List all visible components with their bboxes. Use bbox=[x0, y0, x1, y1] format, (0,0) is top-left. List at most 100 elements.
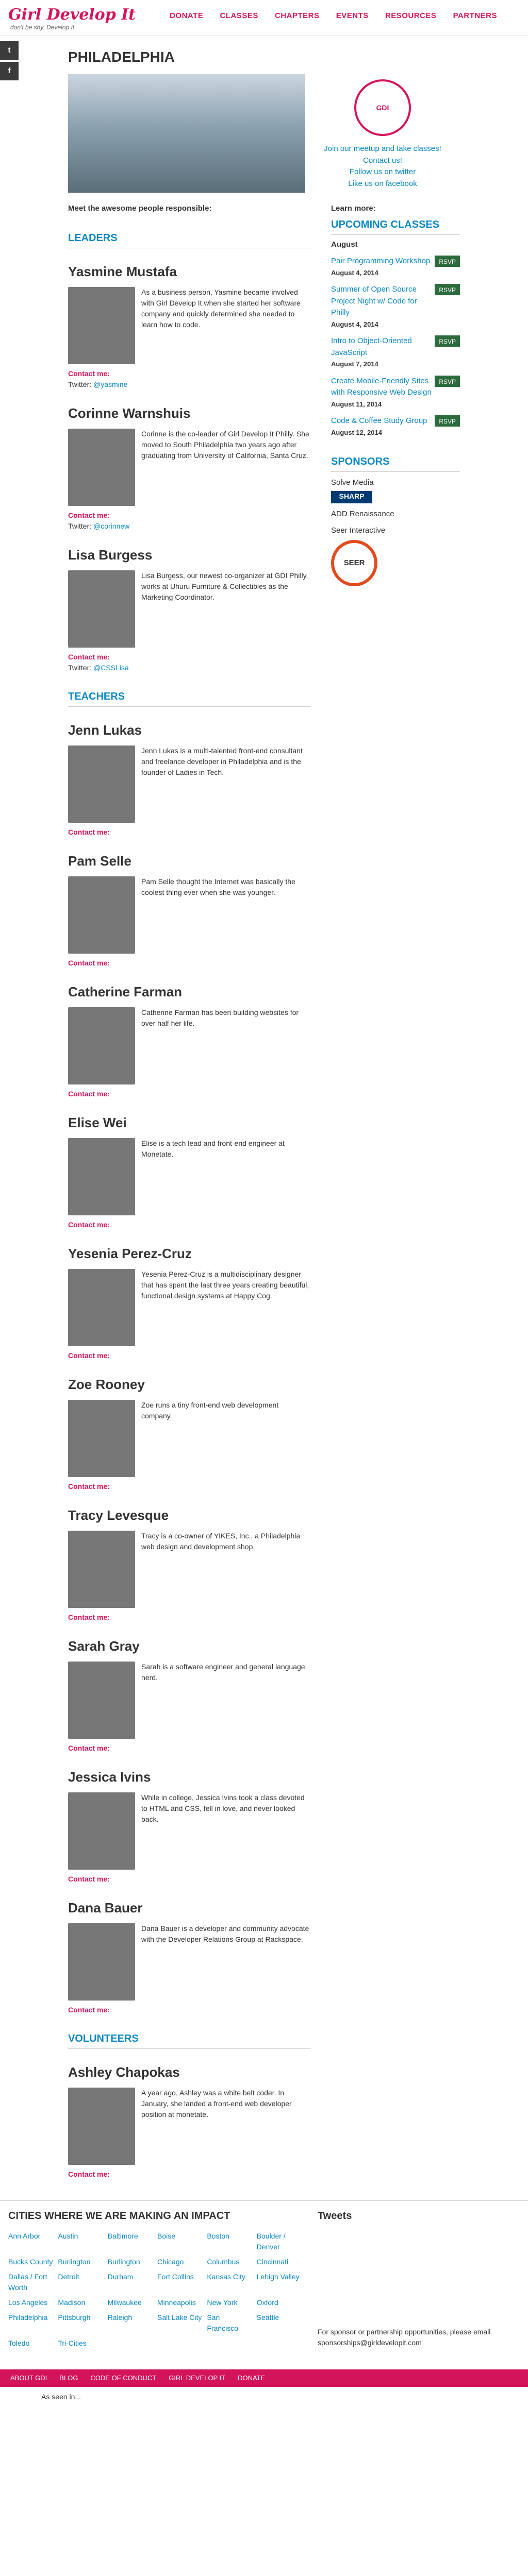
facebook-link[interactable]: Like us on facebook bbox=[305, 178, 460, 190]
event-link[interactable]: Summer of Open Source Project Night w/ C… bbox=[331, 284, 435, 319]
city-link[interactable]: Fort Collins bbox=[157, 2272, 203, 2293]
city-link[interactable]: Tri-Cities bbox=[58, 2338, 103, 2349]
person-name: Yasmine Mustafa bbox=[68, 263, 177, 279]
leaders-heading: LEADERS bbox=[68, 230, 310, 248]
contact-label: Contact me: bbox=[68, 1220, 110, 1229]
person-photo bbox=[68, 1268, 135, 1346]
sidebar: Learn more: UPCOMING CLASSES August Pair… bbox=[310, 203, 460, 2180]
city-link[interactable]: Cincinnati bbox=[257, 2257, 302, 2267]
sponsor-solve-media[interactable]: Solve Media bbox=[331, 477, 460, 489]
nav-chapters[interactable]: CHAPTERS bbox=[275, 11, 320, 20]
person-photo bbox=[68, 1138, 135, 1215]
city-link[interactable]: Raleigh bbox=[108, 2312, 153, 2334]
event-link[interactable]: Pair Programming Workshop bbox=[331, 256, 430, 267]
contact-label: Contact me: bbox=[68, 369, 110, 378]
rsvp-button[interactable]: RSVP bbox=[435, 335, 460, 347]
meet-heading: Meet the awesome people responsible: bbox=[68, 204, 212, 213]
person-bio: As a business person, Yasmine became inv… bbox=[141, 287, 301, 329]
event-link[interactable]: Code & Coffee Study Group bbox=[331, 415, 427, 427]
event-item: Create Mobile-Friendly Sites with Respon… bbox=[331, 375, 460, 411]
city-link[interactable]: Dallas / Fort Worth bbox=[8, 2272, 54, 2293]
city-link[interactable]: Salt Lake City bbox=[157, 2312, 203, 2334]
teacher-card: Zoe Rooney Zoe runs a tiny front-end web… bbox=[68, 1375, 310, 1492]
city-link[interactable]: Burlington bbox=[58, 2257, 103, 2267]
footer-coc[interactable]: CODE OF CONDUCT bbox=[90, 2373, 156, 2383]
city-link[interactable]: Baltimore bbox=[108, 2231, 153, 2252]
chapter-badge: GDI bbox=[354, 79, 411, 136]
leader-card: Lisa Burgess Lisa Burgess, our newest co… bbox=[68, 545, 310, 673]
facebook-icon[interactable]: f bbox=[0, 62, 19, 80]
city-link[interactable]: Burlington bbox=[108, 2257, 153, 2267]
event-date: August 7, 2014 bbox=[331, 360, 378, 368]
learn-more: Learn more: bbox=[331, 204, 376, 213]
person-photo bbox=[68, 1661, 135, 1739]
person-bio: Tracy is a co-owner of YIKES, Inc., a Ph… bbox=[141, 1531, 301, 1551]
city-link[interactable]: Kansas City bbox=[207, 2272, 252, 2293]
city-link[interactable]: Seattle bbox=[257, 2312, 302, 2334]
city-link[interactable]: Bucks County bbox=[8, 2257, 54, 2267]
footer-blog[interactable]: BLOG bbox=[59, 2373, 78, 2383]
sponsor-seer[interactable]: Seer Interactive bbox=[331, 525, 460, 537]
city-link[interactable]: Boise bbox=[157, 2231, 203, 2252]
twitter-handle[interactable]: Twitter: @corinnew bbox=[68, 521, 310, 532]
nav-resources[interactable]: RESOURCES bbox=[385, 11, 437, 20]
city-link[interactable]: Boston bbox=[207, 2231, 252, 2252]
city-link[interactable]: Columbus bbox=[207, 2257, 252, 2267]
city-link[interactable]: Los Angeles bbox=[8, 2297, 54, 2308]
city-link[interactable]: Philadelphia bbox=[8, 2312, 54, 2334]
teachers-heading: TEACHERS bbox=[68, 689, 310, 707]
rsvp-button[interactable]: RSVP bbox=[435, 375, 460, 387]
city-link[interactable]: Madison bbox=[58, 2297, 103, 2308]
city-link[interactable]: Milwaukee bbox=[108, 2297, 153, 2308]
nav-events[interactable]: EVENTS bbox=[336, 11, 369, 20]
rsvp-button[interactable]: RSVP bbox=[435, 284, 460, 295]
person-bio: Dana Bauer is a developer and community … bbox=[141, 1924, 309, 1943]
event-item: Intro to Object-Oriented JavaScript Augus… bbox=[331, 335, 460, 370]
twitter-handle[interactable]: Twitter: @CSSLisa bbox=[68, 663, 310, 673]
person-bio: Corinne is the co-leader of Girl Develop… bbox=[141, 429, 309, 460]
footer-donate[interactable]: DONATE bbox=[238, 2373, 265, 2383]
person-bio: While in college, Jessica Ivins took a c… bbox=[141, 1793, 305, 1823]
footer-gdi[interactable]: GIRL DEVELOP IT bbox=[169, 2373, 225, 2383]
city-link[interactable]: Minneapolis bbox=[157, 2297, 203, 2308]
city-link[interactable]: Chicago bbox=[157, 2257, 203, 2267]
city-link[interactable]: Ann Arbor bbox=[8, 2231, 54, 2252]
impact-section: CITIES WHERE WE ARE MAKING AN IMPACT Ann… bbox=[0, 2200, 528, 2349]
event-date: August 4, 2014 bbox=[331, 268, 378, 277]
nav-classes[interactable]: CLASSES bbox=[220, 11, 258, 20]
meetup-link[interactable]: Join our meetup and take classes! bbox=[305, 143, 460, 155]
nav-donate[interactable]: DONATE bbox=[170, 11, 203, 20]
twitter-link[interactable]: Follow us on twitter bbox=[305, 166, 460, 178]
person-name: Lisa Burgess bbox=[68, 547, 153, 563]
city-link[interactable]: Boulder / Denver bbox=[257, 2231, 302, 2252]
city-link[interactable]: Detroit bbox=[58, 2272, 103, 2293]
city-link[interactable]: Lehigh Valley bbox=[257, 2272, 302, 2293]
person-photo bbox=[68, 876, 135, 954]
rsvp-button[interactable]: RSVP bbox=[435, 256, 460, 267]
contact-label: Contact me: bbox=[68, 1482, 110, 1490]
city-link[interactable]: Toledo bbox=[8, 2338, 54, 2349]
event-link[interactable]: Intro to Object-Oriented JavaScript bbox=[331, 335, 435, 359]
city-link[interactable]: Oxford bbox=[257, 2297, 302, 2308]
nav-partners[interactable]: PARTNERS bbox=[453, 11, 497, 20]
city-link[interactable]: New York bbox=[207, 2297, 252, 2308]
person-name: Jenn Lukas bbox=[68, 722, 142, 738]
person-name: Pam Selle bbox=[68, 853, 131, 869]
city-link[interactable]: San Francisco bbox=[207, 2312, 252, 2334]
person-photo bbox=[68, 2087, 135, 2165]
twitter-icon[interactable]: t bbox=[0, 41, 19, 60]
event-link[interactable]: Create Mobile-Friendly Sites with Respon… bbox=[331, 376, 435, 399]
site-header: Girl Develop It don't be shy. Develop It… bbox=[0, 0, 528, 36]
people-column: Meet the awesome people responsible: LEA… bbox=[68, 203, 310, 2180]
contact-label: Contact me: bbox=[68, 1613, 110, 1621]
city-link[interactable]: Austin bbox=[58, 2231, 103, 2252]
twitter-handle[interactable]: Twitter: @yasmine bbox=[68, 379, 310, 390]
footer-about[interactable]: ABOUT GDI bbox=[10, 2373, 47, 2383]
contact-label: Contact me: bbox=[68, 958, 110, 967]
city-link[interactable]: Pittsburgh bbox=[58, 2312, 103, 2334]
contact-link[interactable]: Contact us! bbox=[305, 155, 460, 167]
city-link[interactable]: Durham bbox=[108, 2272, 153, 2293]
person-name: Jessica Ivins bbox=[68, 1769, 151, 1785]
rsvp-button[interactable]: RSVP bbox=[435, 415, 460, 427]
sponsor-add[interactable]: ADD Renaissance bbox=[331, 509, 460, 520]
